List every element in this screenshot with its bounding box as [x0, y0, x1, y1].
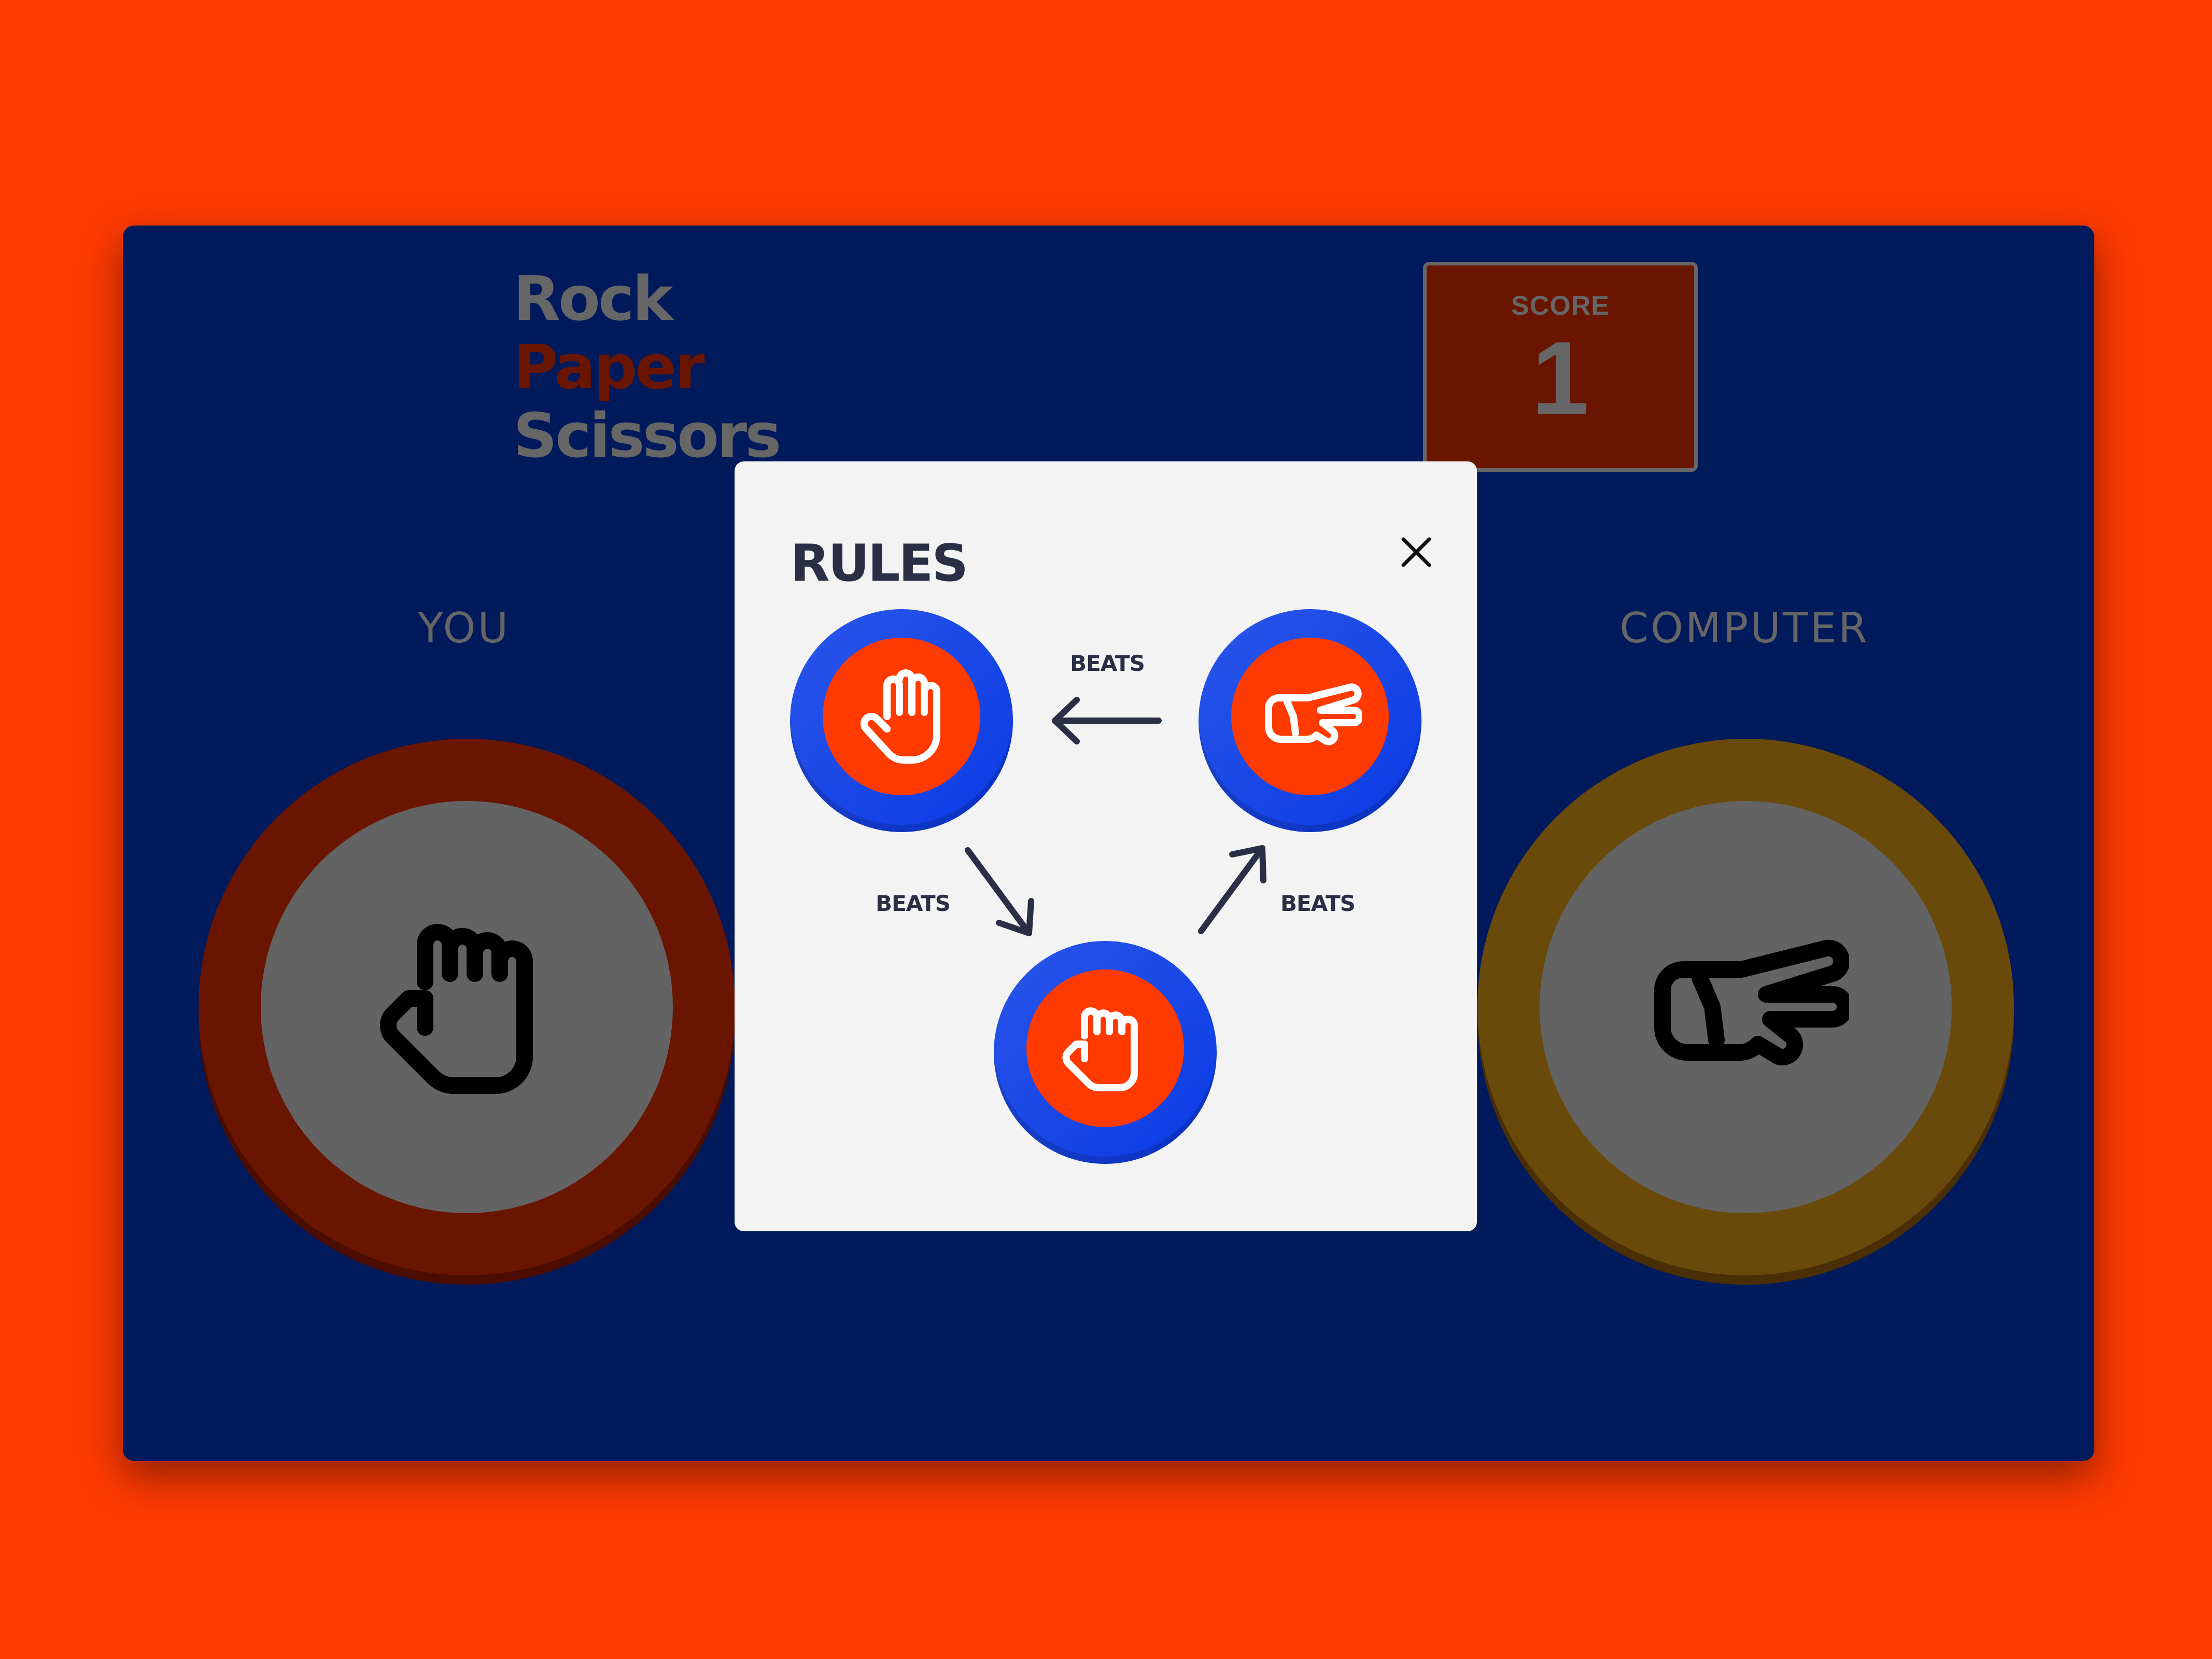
- score-label: SCORE: [1511, 291, 1610, 321]
- score-value: 1: [1531, 320, 1589, 436]
- beats-label-top: BEATS: [1070, 651, 1145, 676]
- score-panel: SCORE 1: [1423, 262, 1698, 472]
- arrow-up-right-icon: [1198, 845, 1266, 934]
- scissors-chip-inner: [1231, 638, 1389, 795]
- rock-icon: [380, 924, 533, 1094]
- rock-chip: [994, 941, 1217, 1164]
- close-icon[interactable]: [1393, 529, 1440, 575]
- computer-choice-inner: [1540, 801, 1952, 1213]
- rules-modal: RULES BEATS BEATS BEATS: [735, 461, 1477, 1231]
- logo-paper: Paper: [513, 331, 705, 403]
- you-label: YOU: [417, 604, 510, 652]
- logo-scissors: Scissors: [513, 400, 781, 471]
- computer-label: COMPUTER: [1619, 604, 1869, 652]
- beats-label-right: BEATS: [1280, 891, 1356, 916]
- rules-title: RULES: [791, 534, 968, 593]
- computer-choice-token: [1477, 739, 2014, 1275]
- rock-icon: [1062, 1007, 1138, 1091]
- you-choice-inner: [261, 801, 673, 1213]
- paper-chip-inner: [823, 638, 980, 795]
- paper-icon: [860, 669, 940, 764]
- you-choice-token: [199, 739, 735, 1275]
- game-logo: Rock Paper Scissors: [513, 263, 781, 471]
- logo-rock: Rock: [513, 263, 673, 334]
- paper-chip: [790, 609, 1013, 832]
- arrow-left-icon: [1052, 697, 1162, 744]
- scissors-icon: [1654, 939, 1849, 1066]
- beats-label-left: BEATS: [876, 891, 951, 916]
- rock-chip-inner: [1026, 969, 1184, 1127]
- scissors-icon: [1265, 683, 1362, 746]
- arrow-down-right-icon: [965, 847, 1034, 936]
- scissors-chip: [1199, 609, 1421, 832]
